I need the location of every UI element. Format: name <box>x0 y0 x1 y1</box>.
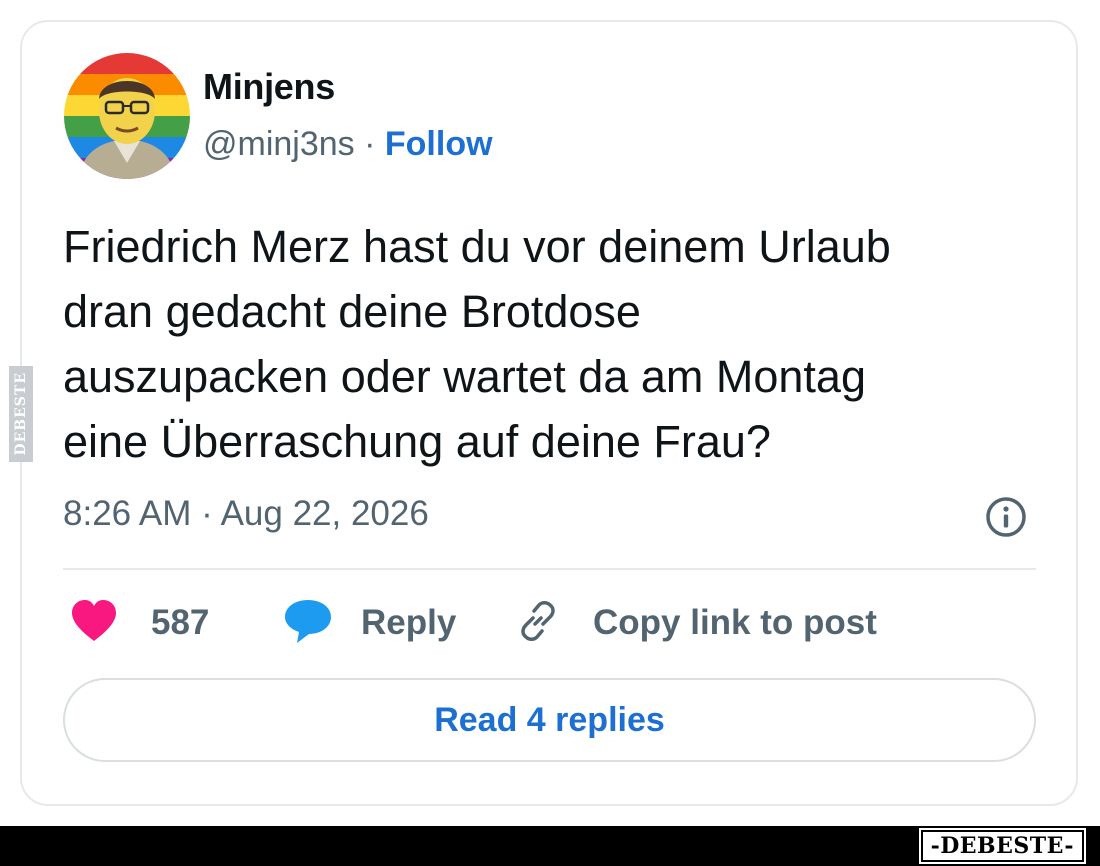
display-name[interactable]: Minjens <box>203 66 335 108</box>
link-icon <box>514 597 562 650</box>
handle-row: @minj3ns · Follow <box>203 125 493 164</box>
reply-button[interactable]: Reply <box>283 598 456 648</box>
copy-link-button[interactable]: Copy link to post <box>514 598 877 648</box>
info-icon[interactable] <box>984 495 1028 539</box>
reply-label: Reply <box>361 603 457 642</box>
tweet-text: Friedrich Merz hast du vor deinem Urlaub… <box>63 221 891 467</box>
timestamp[interactable]: 8:26 AM · Aug 22, 2026 <box>63 494 429 534</box>
speech-bubble-icon <box>283 598 333 649</box>
handle[interactable]: @minj3ns <box>203 125 355 163</box>
divider <box>63 568 1036 570</box>
handle-separator: · <box>354 125 385 163</box>
heart-icon <box>70 599 118 648</box>
side-watermark: DEBESTE <box>9 366 33 462</box>
like-count: 587 <box>151 603 210 642</box>
follow-link[interactable]: Follow <box>385 125 493 163</box>
copy-link-label: Copy link to post <box>593 603 877 642</box>
debeste-logo: -DEBESTE- <box>918 828 1087 864</box>
bottom-banner: -DEBESTE- <box>0 826 1100 866</box>
side-watermark-text: DEBESTE <box>13 372 29 456</box>
avatar[interactable] <box>64 53 190 179</box>
read-replies-button[interactable]: Read 4 replies <box>63 678 1036 762</box>
like-button[interactable]: 587 <box>70 598 209 648</box>
